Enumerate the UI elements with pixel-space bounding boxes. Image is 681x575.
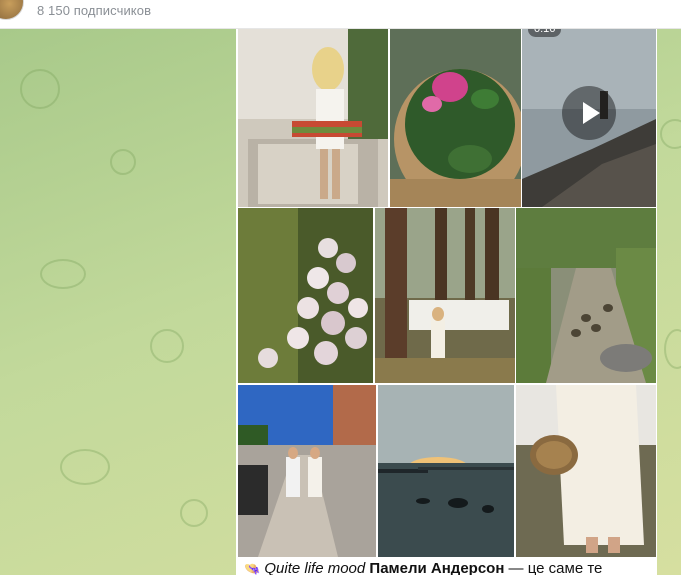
caption-bold-name: Памели Андерсон: [369, 560, 505, 575]
photo-couple-walking[interactable]: [238, 385, 376, 557]
photo-sunset-pier-swans[interactable]: [378, 385, 514, 557]
photo-ducks-path[interactable]: [516, 208, 656, 383]
subscriber-count: 8 150 подписчиков: [37, 3, 152, 18]
photo-garlic-braids[interactable]: [238, 208, 373, 383]
photo-woman-with-crate[interactable]: [238, 29, 388, 207]
hat-emoji: 👒: [244, 561, 261, 575]
channel-avatar[interactable]: [0, 0, 24, 20]
caption-text: — це саме те: [504, 560, 603, 575]
play-icon[interactable]: [562, 86, 616, 140]
caption-italic: Quite life mood: [264, 560, 366, 575]
channel-header: 8 150 подписчиков: [0, 0, 681, 29]
photo-flower-basket[interactable]: [390, 29, 521, 207]
post-caption: 👒 Quite life mood Памели Андерсон — це с…: [244, 560, 654, 575]
photo-woman-with-basket[interactable]: [516, 385, 656, 557]
photo-woman-in-forest[interactable]: [375, 208, 515, 383]
